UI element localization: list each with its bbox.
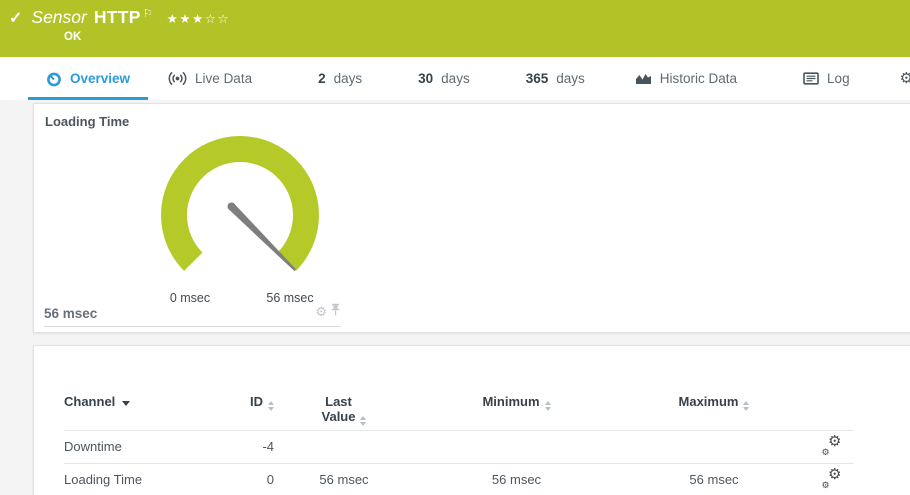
channel-minimum: 56 msec xyxy=(414,463,619,495)
gauge-arc xyxy=(140,135,340,300)
channel-settings-icon[interactable]: ⚙ ⚙ xyxy=(822,470,842,487)
historic-data-icon xyxy=(635,72,652,85)
tab-30-days[interactable]: 30 days xyxy=(400,57,488,100)
gear-icon[interactable]: ⚙ xyxy=(315,306,327,318)
sensor-name: HTTP xyxy=(94,7,141,28)
content-area: Loading Time 0 msec 56 msec 56 msec ⚙ xyxy=(0,100,910,495)
tab-bar: Overview Live Data 2 days 30 days 365 da… xyxy=(0,57,910,100)
channel-settings-icon[interactable]: ⚙ ⚙ xyxy=(822,437,842,454)
sensor-title-row: ✓ Sensor HTTP ⚐ ★★★☆☆ xyxy=(9,7,910,28)
tile-title: Loading Time xyxy=(44,112,341,129)
loading-time-gauge: 0 msec 56 msec xyxy=(140,135,340,300)
tab-label: days xyxy=(556,71,585,86)
priority-stars[interactable]: ★★★☆☆ xyxy=(167,11,231,26)
tile-footer: 56 msec ⚙ xyxy=(44,303,341,321)
sensor-header: ✓ Sensor HTTP ⚐ ★★★☆☆ OK xyxy=(0,0,910,57)
table-header-row: Channel ID Last Value Minimum Maximum xyxy=(64,374,854,430)
gauge-max-label: 56 msec xyxy=(240,291,340,305)
channel-name[interactable]: Loading Time xyxy=(64,463,214,495)
sort-desc-icon xyxy=(122,401,130,406)
channel-maximum xyxy=(619,430,809,463)
channel-name[interactable]: Downtime xyxy=(64,430,214,463)
check-icon: ✓ xyxy=(9,10,22,28)
tab-live-data[interactable]: Live Data xyxy=(150,57,270,100)
channels-panel: Channel ID Last Value Minimum Maximum xyxy=(33,345,910,495)
sort-icon xyxy=(743,401,749,411)
gear-icon: ⚙ xyxy=(900,71,910,86)
tab-overview[interactable]: Overview xyxy=(28,57,148,100)
column-header-minimum[interactable]: Minimum xyxy=(414,374,619,430)
channel-last-value: 56 msec xyxy=(274,463,414,495)
tab-label: days xyxy=(441,71,470,86)
channels-table: Channel ID Last Value Minimum Maximum xyxy=(64,374,854,495)
tab-historic-data[interactable]: Historic Data xyxy=(617,57,755,100)
channel-maximum: 56 msec xyxy=(619,463,809,495)
channel-minimum xyxy=(414,430,619,463)
status-badge: OK xyxy=(64,31,910,43)
sort-icon xyxy=(545,401,551,411)
tab-number: 2 xyxy=(318,71,326,86)
table-row[interactable]: Loading Time 0 56 msec 56 msec 56 msec ⚙… xyxy=(64,463,854,495)
sort-icon xyxy=(268,401,274,411)
live-data-icon xyxy=(168,71,187,86)
channel-last-value xyxy=(274,430,414,463)
gauge-needle xyxy=(228,203,297,272)
tab-label: days xyxy=(334,71,363,86)
tab-365-days[interactable]: 365 days xyxy=(508,57,603,100)
tab-label: Overview xyxy=(70,71,130,86)
tab-number: 30 xyxy=(418,71,433,86)
flag-icon[interactable]: ⚐ xyxy=(143,7,153,20)
channel-id: 0 xyxy=(214,463,274,495)
column-header-channel[interactable]: Channel xyxy=(64,374,214,430)
column-header-id[interactable]: ID xyxy=(214,374,274,430)
sensor-type-label: Sensor xyxy=(31,7,86,28)
tab-settings[interactable]: ⚙ Settings xyxy=(882,57,910,100)
tab-label: Live Data xyxy=(195,71,252,86)
overview-panel: Loading Time 0 msec 56 msec 56 msec ⚙ xyxy=(33,103,910,333)
sort-icon xyxy=(360,416,366,426)
column-header-maximum[interactable]: Maximum xyxy=(619,374,809,430)
tab-log[interactable]: Log xyxy=(785,57,868,100)
loading-time-tile[interactable]: Loading Time 0 msec 56 msec 56 msec ⚙ xyxy=(44,112,341,327)
log-icon xyxy=(803,72,819,85)
pin-icon[interactable] xyxy=(330,303,341,321)
tab-2-days[interactable]: 2 days xyxy=(300,57,380,100)
channel-id: -4 xyxy=(214,430,274,463)
gauge-scale-labels: 0 msec 56 msec xyxy=(140,291,340,305)
tab-number: 365 xyxy=(526,71,549,86)
tab-label: Historic Data xyxy=(660,71,737,86)
tab-label: Log xyxy=(827,71,850,86)
column-header-actions xyxy=(809,374,854,430)
column-header-last-value[interactable]: Last Value xyxy=(274,374,414,430)
gauge-icon xyxy=(46,71,62,87)
gauge-min-label: 0 msec xyxy=(140,291,240,305)
table-row[interactable]: Downtime -4 ⚙ ⚙ xyxy=(64,430,854,463)
current-value: 56 msec xyxy=(44,306,97,321)
